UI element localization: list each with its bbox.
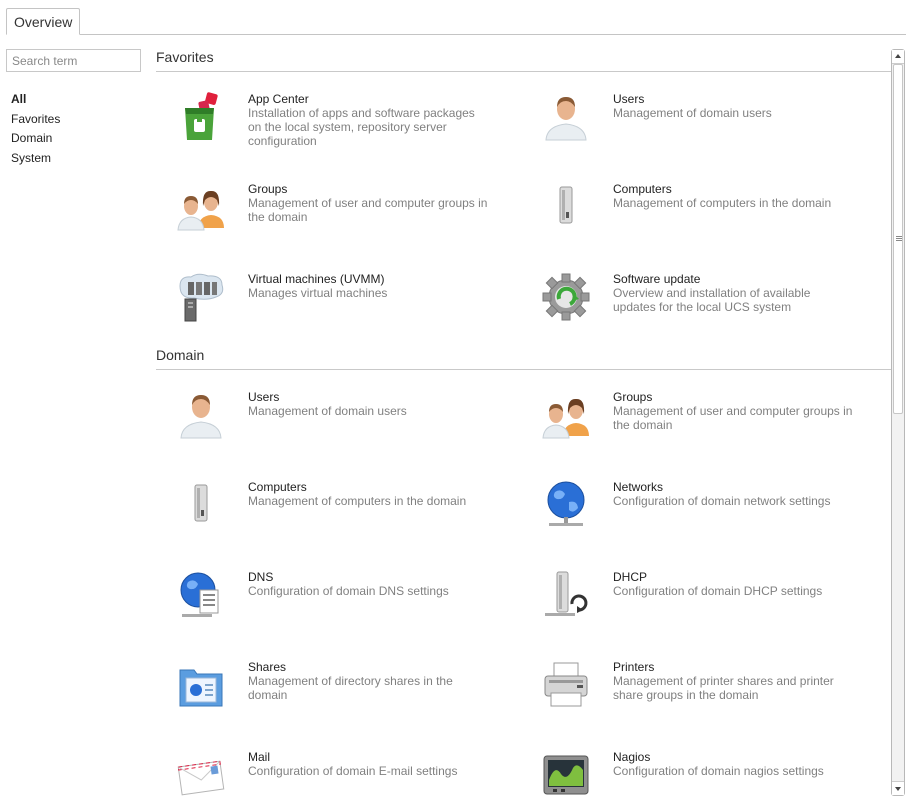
module-overview: Favorites App Center Installation of app… xyxy=(156,45,891,805)
module-computers[interactable]: Computers Management of computers in the… xyxy=(156,480,501,560)
module-description: Configuration of domain E-mail settings xyxy=(248,764,458,778)
dns-icon xyxy=(176,570,226,620)
app-center-icon xyxy=(176,92,226,142)
scroll-up-button[interactable] xyxy=(892,50,904,64)
module-name: Computers xyxy=(248,480,307,494)
category-system[interactable]: System xyxy=(11,149,60,169)
grip-line xyxy=(896,240,902,241)
module-description: Configuration of domain network settings xyxy=(613,494,831,508)
category-all[interactable]: All xyxy=(11,90,60,110)
computer-icon xyxy=(541,182,591,232)
module-description: Configuration of domain DNS settings xyxy=(248,584,449,598)
module-name: Printers xyxy=(613,660,655,674)
module-description: Configuration of domain DHCP settings xyxy=(613,584,823,598)
mail-envelope-icon xyxy=(176,750,226,800)
section-divider xyxy=(156,71,891,72)
module-description: Configuration of domain nagios settings xyxy=(613,764,824,778)
module-mail[interactable]: Mail Configuration of domain E-mail sett… xyxy=(156,750,501,805)
module-groups[interactable]: Groups Management of user and computer g… xyxy=(156,182,501,262)
module-virtual-machines[interactable]: Virtual machines (UVMM) Manages virtual … xyxy=(156,272,501,352)
computer-icon xyxy=(176,480,226,530)
software-update-icon xyxy=(541,272,591,322)
grip-line xyxy=(896,236,902,237)
groups-icon xyxy=(176,182,226,232)
module-networks[interactable]: Networks Configuration of domain network… xyxy=(521,480,866,560)
module-name: Groups xyxy=(248,182,288,196)
module-computers[interactable]: Computers Management of computers in the… xyxy=(521,182,866,262)
category-list: All Favorites Domain System xyxy=(11,90,60,168)
module-name: Users xyxy=(248,390,280,404)
module-description: Manages virtual machines xyxy=(248,286,388,300)
groups-icon xyxy=(541,390,591,440)
scroll-down-button[interactable] xyxy=(892,781,904,795)
grip-line xyxy=(896,238,902,239)
tab-bar: Overview xyxy=(6,8,906,35)
module-shares[interactable]: Shares Management of directory shares in… xyxy=(156,660,501,740)
module-description: Overview and installation of available u… xyxy=(613,286,811,314)
module-description: Management of user and computer groups i… xyxy=(613,404,853,432)
module-description: Management of printer shares and printer… xyxy=(613,674,834,702)
module-users[interactable]: Users Management of domain users xyxy=(521,92,866,172)
module-description: Management of domain users xyxy=(613,106,772,120)
module-printers[interactable]: Printers Management of printer shares an… xyxy=(521,660,866,740)
module-software-update[interactable]: Software update Overview and installatio… xyxy=(521,272,866,352)
module-name: DNS xyxy=(248,570,274,584)
module-groups[interactable]: Groups Management of user and computer g… xyxy=(521,390,866,470)
printer-icon xyxy=(541,660,591,710)
shares-folder-icon xyxy=(176,660,226,710)
module-app-center[interactable]: App Center Installation of apps and soft… xyxy=(156,92,501,172)
section-title-domain: Domain xyxy=(156,347,205,363)
module-name: Groups xyxy=(613,390,653,404)
module-description: Management of computers in the domain xyxy=(248,494,467,508)
module-users[interactable]: Users Management of domain users xyxy=(156,390,501,470)
module-name: Nagios xyxy=(613,750,651,764)
nagios-monitor-icon xyxy=(541,750,591,800)
module-name: Users xyxy=(613,92,645,106)
module-name: Virtual machines (UVMM) xyxy=(248,272,385,286)
module-name: DHCP xyxy=(613,570,648,584)
scrollbar-thumb[interactable] xyxy=(893,64,903,414)
module-description: Installation of apps and software packag… xyxy=(248,106,475,148)
user-icon xyxy=(541,92,591,142)
search-input[interactable] xyxy=(6,49,141,72)
section-divider xyxy=(156,369,891,370)
module-dns[interactable]: DNS Configuration of domain DNS settings xyxy=(156,570,501,650)
tab-overview[interactable]: Overview xyxy=(6,8,81,35)
module-nagios[interactable]: Nagios Configuration of domain nagios se… xyxy=(521,750,866,805)
vertical-scrollbar[interactable] xyxy=(891,49,905,796)
user-icon xyxy=(176,390,226,440)
module-name: App Center xyxy=(248,92,309,106)
module-name: Computers xyxy=(613,182,672,196)
module-name: Software update xyxy=(613,272,701,286)
module-name: Networks xyxy=(613,480,664,494)
module-name: Mail xyxy=(248,750,271,764)
module-name: Shares xyxy=(248,660,287,674)
network-globe-icon xyxy=(541,480,591,530)
module-description: Management of directory shares in the do… xyxy=(248,674,453,702)
module-description: Management of computers in the domain xyxy=(613,196,832,210)
section-title-favorites: Favorites xyxy=(156,49,214,65)
dhcp-icon xyxy=(541,570,591,620)
module-description: Management of domain users xyxy=(248,404,407,418)
category-domain[interactable]: Domain xyxy=(11,129,60,149)
chevron-down-icon xyxy=(895,787,901,791)
module-description: Management of user and computer groups i… xyxy=(248,196,488,224)
virtual-machines-icon xyxy=(176,272,226,322)
chevron-up-icon xyxy=(895,54,901,58)
category-favorites[interactable]: Favorites xyxy=(11,110,60,130)
module-dhcp[interactable]: DHCP Configuration of domain DHCP settin… xyxy=(521,570,866,650)
